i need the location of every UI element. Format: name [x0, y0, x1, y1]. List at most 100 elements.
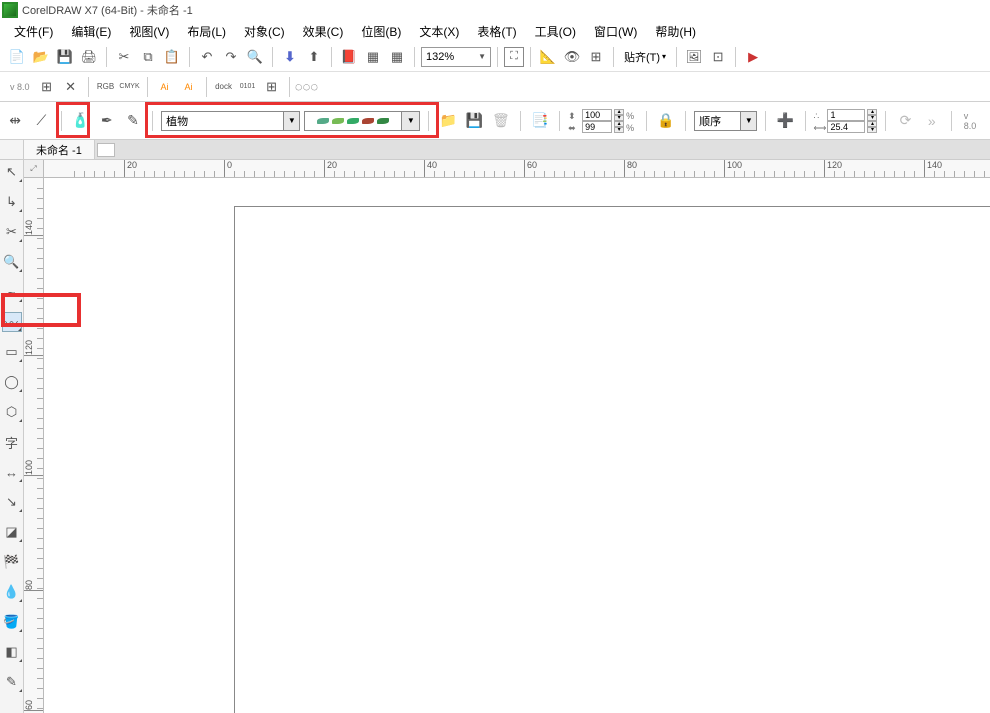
save-button[interactable]: 💾: [54, 46, 76, 68]
dabs-input[interactable]: [827, 109, 865, 121]
polygon-tool[interactable]: ⬡: [2, 402, 22, 422]
delete-spraylist-button[interactable]: 🗑: [490, 109, 512, 133]
show-guides-button[interactable]: ⊞: [585, 46, 607, 68]
align-button[interactable]: ⊞: [261, 76, 283, 98]
spraylist-options-button[interactable]: 📑: [529, 109, 551, 133]
fullscreen-button[interactable]: ⛶: [504, 47, 524, 67]
color-cmyk-button[interactable]: CMYK: [119, 76, 141, 98]
lock-ratio-button[interactable]: 🔒: [655, 109, 677, 133]
undo-button[interactable]: ↶: [196, 46, 218, 68]
menu-effects[interactable]: 效果(C): [295, 21, 352, 42]
smart-fill-tool[interactable]: ◧: [2, 642, 22, 662]
corel-connect-button[interactable]: ▦: [362, 46, 384, 68]
options2-button[interactable]: ⊡: [707, 46, 729, 68]
rectangle-tool[interactable]: ▭: [2, 342, 22, 362]
drawing-canvas[interactable]: [44, 178, 990, 713]
color-eyedropper-tool[interactable]: 💧: [2, 582, 22, 602]
menu-tools[interactable]: 工具(O): [527, 21, 584, 42]
interactive-fill-tool[interactable]: 🪣: [2, 612, 22, 632]
pick-tool[interactable]: ↖: [2, 162, 22, 182]
transparency-tool[interactable]: 🏁: [2, 552, 22, 572]
import-button[interactable]: ⬇: [279, 46, 301, 68]
menu-help[interactable]: 帮助(H): [647, 21, 704, 42]
ellipse-tool[interactable]: ◯: [2, 372, 22, 392]
freehand-mode-button[interactable]: ⟋: [30, 109, 52, 133]
ruler-origin[interactable]: ⤢: [24, 160, 44, 178]
drop-shadow-tool[interactable]: ◪: [2, 522, 22, 542]
text-tool[interactable]: 字: [2, 432, 22, 452]
macro-tool-1[interactable]: ⊞: [36, 76, 58, 98]
menu-edit[interactable]: 编辑(E): [63, 21, 119, 42]
copy-button[interactable]: ⧉: [137, 46, 159, 68]
zoom-level-combo[interactable]: 132% ▼: [421, 47, 491, 67]
crop-tool[interactable]: ✂: [2, 222, 22, 242]
menu-view[interactable]: 视图(V): [121, 21, 177, 42]
spraylist-preview[interactable]: [304, 111, 402, 131]
cut-button[interactable]: ✂: [113, 46, 135, 68]
distance-spinner[interactable]: ▴▾: [867, 121, 877, 133]
macro-tool-2[interactable]: ✕: [60, 76, 82, 98]
save-spraylist-button[interactable]: 💾: [463, 109, 485, 133]
add-to-spraylist-button[interactable]: ➕: [774, 109, 796, 133]
color-rgb-button[interactable]: RGB: [95, 76, 117, 98]
new-tab-button[interactable]: [97, 143, 115, 157]
browse-button[interactable]: 📁: [437, 109, 459, 133]
new-button[interactable]: 📄: [6, 46, 28, 68]
horizontal-ruler[interactable]: 20 0 20 40 60 80 100 120 140: [44, 160, 990, 178]
menu-file[interactable]: 文件(F): [6, 21, 61, 42]
snap-to-dropdown[interactable]: 贴齐(T) ▾: [620, 49, 670, 65]
show-grid-button[interactable]: 👁: [561, 46, 583, 68]
print-button[interactable]: 🖨: [78, 46, 100, 68]
sprayer-brush-button[interactable]: 🧴: [69, 109, 91, 133]
document-tab[interactable]: 未命名 -1: [24, 140, 95, 159]
publish-pdf-button[interactable]: 📕: [338, 46, 360, 68]
spray-order-value: 顺序: [695, 113, 740, 129]
spray-options-button[interactable]: ◌◌◌: [296, 76, 318, 98]
launch-button[interactable]: ▶: [742, 46, 764, 68]
menu-window[interactable]: 窗口(W): [586, 21, 645, 42]
overflow-button[interactable]: »: [921, 109, 943, 133]
vertical-ruler[interactable]: 140 120 100 80 60: [24, 178, 44, 713]
spacing-input[interactable]: [582, 121, 612, 133]
ruler-tick: 40: [424, 160, 437, 178]
bitmap-button[interactable]: 0101: [237, 76, 259, 98]
spraylist-dropdown-button[interactable]: ▼: [402, 112, 419, 130]
size-spinner[interactable]: ▴▾: [614, 109, 624, 121]
show-rulers-button[interactable]: 📐: [537, 46, 559, 68]
outline-pen-tool[interactable]: ✎: [2, 672, 22, 692]
ruler-tick: 80: [624, 160, 637, 178]
ai-import-button[interactable]: Ai: [178, 76, 200, 98]
percent-icon: %: [626, 110, 638, 120]
menu-object[interactable]: 对象(C): [236, 21, 293, 42]
distance-input[interactable]: [827, 121, 865, 133]
ai-export-button[interactable]: Ai: [154, 76, 176, 98]
zoom-tool[interactable]: 🔍: [2, 252, 22, 272]
freehand-tool[interactable]: ~: [2, 282, 22, 302]
paste-button[interactable]: 📋: [161, 46, 183, 68]
menu-layout[interactable]: 布局(L): [179, 21, 234, 42]
dock-button[interactable]: dock: [213, 76, 235, 98]
parallel-dimension-tool[interactable]: ↔: [2, 462, 22, 482]
menu-text[interactable]: 文本(X): [411, 21, 467, 42]
rotation-button[interactable]: ⟳: [894, 109, 916, 133]
shape-tool[interactable]: ↳: [2, 192, 22, 212]
connector-tool[interactable]: ↘: [2, 492, 22, 512]
redo-button[interactable]: ↷: [220, 46, 242, 68]
size-icon: ⬍: [568, 110, 580, 120]
spacing-spinner[interactable]: ▴▾: [614, 121, 624, 133]
dabs-spinner[interactable]: ▴▾: [867, 109, 877, 121]
spray-category-combo[interactable]: 植物 ▼: [161, 111, 300, 131]
menu-bitmap[interactable]: 位图(B): [353, 21, 409, 42]
options-button[interactable]: 🖼: [683, 46, 705, 68]
spray-order-combo[interactable]: 顺序 ▼: [694, 111, 757, 131]
pressure-button[interactable]: ✎: [122, 109, 144, 133]
app-launcher-button[interactable]: ▦: [386, 46, 408, 68]
calligraphic-button[interactable]: ✒: [96, 109, 118, 133]
artistic-media-tool[interactable]: 〰: [2, 312, 22, 332]
mirror-horizontal-button[interactable]: ⇹: [4, 109, 26, 133]
open-button[interactable]: 📂: [30, 46, 52, 68]
menu-table[interactable]: 表格(T): [469, 21, 524, 42]
search-button[interactable]: 🔍: [244, 46, 266, 68]
export-button[interactable]: ⬆: [303, 46, 325, 68]
size-input[interactable]: [582, 109, 612, 121]
